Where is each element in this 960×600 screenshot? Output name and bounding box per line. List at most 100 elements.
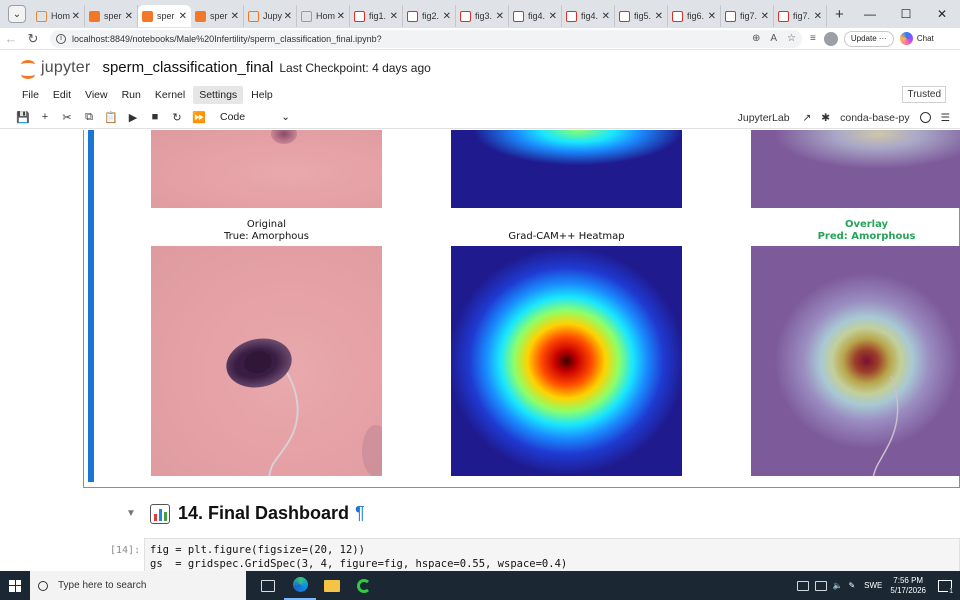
menu-run[interactable]: Run: [116, 86, 147, 104]
tab-list: Hom ✕ sper ✕ sper ✕ sper ✕ Jupy ✕ Hom ✕ fig1. ✕ fig2. ✕…: [32, 0, 827, 28]
minimize-button[interactable]: —: [852, 7, 888, 21]
notebook-title[interactable]: sperm_classification_final: [102, 59, 273, 76]
browser-tab[interactable]: Hom ✕: [297, 5, 350, 27]
close-tab-icon[interactable]: ✕: [443, 11, 451, 22]
browser-tab[interactable]: sper ✕: [138, 5, 191, 27]
browser-tab[interactable]: fig7. ✕: [721, 5, 774, 27]
language-indicator[interactable]: SWE: [864, 581, 882, 590]
back-button[interactable]: ←: [0, 31, 22, 46]
stop-icon[interactable]: ■: [144, 111, 166, 123]
collapse-caret-icon[interactable]: ▼: [126, 508, 136, 519]
browser-tab[interactable]: Jupy ✕: [244, 5, 297, 27]
browser-tab[interactable]: fig6. ✕: [668, 5, 721, 27]
close-tab-icon[interactable]: ✕: [655, 11, 663, 22]
start-button[interactable]: [0, 571, 30, 600]
taskbar-search[interactable]: Type here to search: [30, 571, 246, 600]
site-info-icon[interactable]: i: [56, 33, 66, 44]
volume-icon[interactable]: 🔈: [833, 581, 843, 590]
network-icon[interactable]: [814, 580, 827, 591]
read-aloud-icon[interactable]: A: [770, 33, 777, 44]
close-tab-icon[interactable]: ✕: [231, 11, 239, 22]
menu-file[interactable]: File: [16, 86, 45, 104]
browser-tab[interactable]: fig7. ✕: [774, 5, 827, 27]
tab-label: Jupy: [263, 11, 282, 21]
save-icon[interactable]: 💾: [12, 111, 34, 124]
cell-type-select[interactable]: Code ⌄: [220, 111, 290, 123]
close-tab-icon[interactable]: ✕: [814, 11, 822, 22]
browser-tab[interactable]: Hom ✕: [32, 5, 85, 27]
browser-tab[interactable]: fig1. ✕: [350, 5, 403, 27]
copy-icon[interactable]: ⧉: [78, 111, 100, 124]
edge-icon: [292, 577, 308, 592]
jupyter-logo-text: jupyter: [41, 58, 91, 76]
edge-taskbar-button[interactable]: [284, 571, 316, 600]
close-tab-icon[interactable]: ✕: [72, 11, 80, 22]
property-inspector-icon[interactable]: ☰: [941, 112, 950, 124]
menu-settings[interactable]: Settings: [193, 86, 244, 104]
jupyter-logo[interactable]: jupyter: [20, 58, 91, 79]
pdf-tab-icon: [725, 10, 736, 22]
browser-tab[interactable]: fig2. ✕: [403, 5, 456, 27]
trusted-indicator[interactable]: Trusted: [902, 86, 946, 103]
jupyter-tab-icon: [248, 10, 259, 22]
add-cell-icon[interactable]: +: [34, 111, 56, 123]
close-tab-icon[interactable]: ✕: [125, 11, 133, 22]
maximize-button[interactable]: ☐: [888, 7, 924, 21]
cut-icon[interactable]: ✂: [56, 111, 78, 124]
menu-kernel[interactable]: Kernel: [149, 86, 191, 104]
zoom-icon[interactable]: ⊕: [752, 33, 760, 44]
new-tab-button[interactable]: +: [835, 6, 844, 23]
clock[interactable]: 7:56 PM 5/17/2026: [890, 576, 926, 596]
close-tab-icon[interactable]: ✕: [179, 11, 187, 22]
clock-date: 5/17/2026: [890, 585, 926, 595]
kernel-name[interactable]: conda-base-py: [840, 112, 909, 124]
tray-app-icon[interactable]: [796, 580, 809, 591]
original-label: Original True: Amorphous: [151, 219, 382, 243]
section-title: 14. Final Dashboard: [178, 503, 350, 523]
restart-icon[interactable]: ↻: [166, 111, 188, 124]
bug-icon[interactable]: ✱: [821, 112, 830, 124]
favorite-star-icon[interactable]: ☆: [787, 33, 796, 44]
url-field[interactable]: i localhost:8849/notebooks/Male%20Infert…: [50, 29, 802, 48]
update-button[interactable]: Update ···: [843, 30, 894, 47]
original-image: [151, 246, 382, 476]
active-cell-indicator[interactable]: [88, 130, 94, 482]
close-tab-icon[interactable]: ✕: [761, 11, 769, 22]
paste-icon[interactable]: 📋: [100, 111, 122, 124]
heatmap-blob: [451, 130, 682, 208]
fast-forward-icon[interactable]: ⏩: [188, 111, 210, 124]
app-taskbar-button[interactable]: [348, 571, 380, 600]
section-anchor-link[interactable]: ¶: [355, 503, 365, 524]
notification-center-button[interactable]: 1: [938, 579, 954, 595]
menu-help[interactable]: Help: [245, 86, 279, 104]
favorites-icon[interactable]: ≡: [810, 33, 816, 44]
browser-tab[interactable]: fig5. ✕: [615, 5, 668, 27]
menu-edit[interactable]: Edit: [47, 86, 77, 104]
menu-view[interactable]: View: [79, 86, 114, 104]
refresh-button[interactable]: ↻: [22, 31, 44, 47]
browser-tab[interactable]: sper ✕: [191, 5, 244, 27]
close-window-button[interactable]: ✕: [924, 7, 960, 21]
close-tab-icon[interactable]: ✕: [602, 11, 610, 22]
close-tab-icon[interactable]: ✕: [337, 11, 345, 22]
close-tab-icon[interactable]: ✕: [496, 11, 504, 22]
close-tab-icon[interactable]: ✕: [708, 11, 716, 22]
close-tab-icon[interactable]: ✕: [390, 11, 398, 22]
code-editor[interactable]: fig = plt.figure(figsize=(20, 12)) gs = g…: [144, 538, 960, 571]
browser-tab[interactable]: fig4. ✕: [562, 5, 615, 27]
copilot-chat-button[interactable]: Chat: [899, 32, 934, 45]
task-view-button[interactable]: [252, 571, 284, 600]
pen-icon[interactable]: ✎: [848, 581, 855, 590]
profile-avatar[interactable]: [823, 31, 838, 46]
tab-actions-menu-button[interactable]: ⌄: [8, 5, 26, 23]
browser-tab[interactable]: sper ✕: [85, 5, 138, 27]
file-explorer-button[interactable]: [316, 571, 348, 600]
close-tab-icon[interactable]: ✕: [549, 11, 557, 22]
close-tab-icon[interactable]: ✕: [284, 11, 292, 22]
code-line-1: fig = plt.figure(figsize=(20, 12)): [150, 544, 365, 556]
run-icon[interactable]: ▶: [122, 111, 144, 124]
browser-tab[interactable]: fig3. ✕: [456, 5, 509, 27]
browser-tab[interactable]: fig4. ✕: [509, 5, 562, 27]
notebook-area[interactable]: Original True: Amorphous Grad-CAM++ Heat…: [0, 130, 960, 571]
jupyterlab-link[interactable]: JupyterLab ↗: [728, 112, 812, 124]
